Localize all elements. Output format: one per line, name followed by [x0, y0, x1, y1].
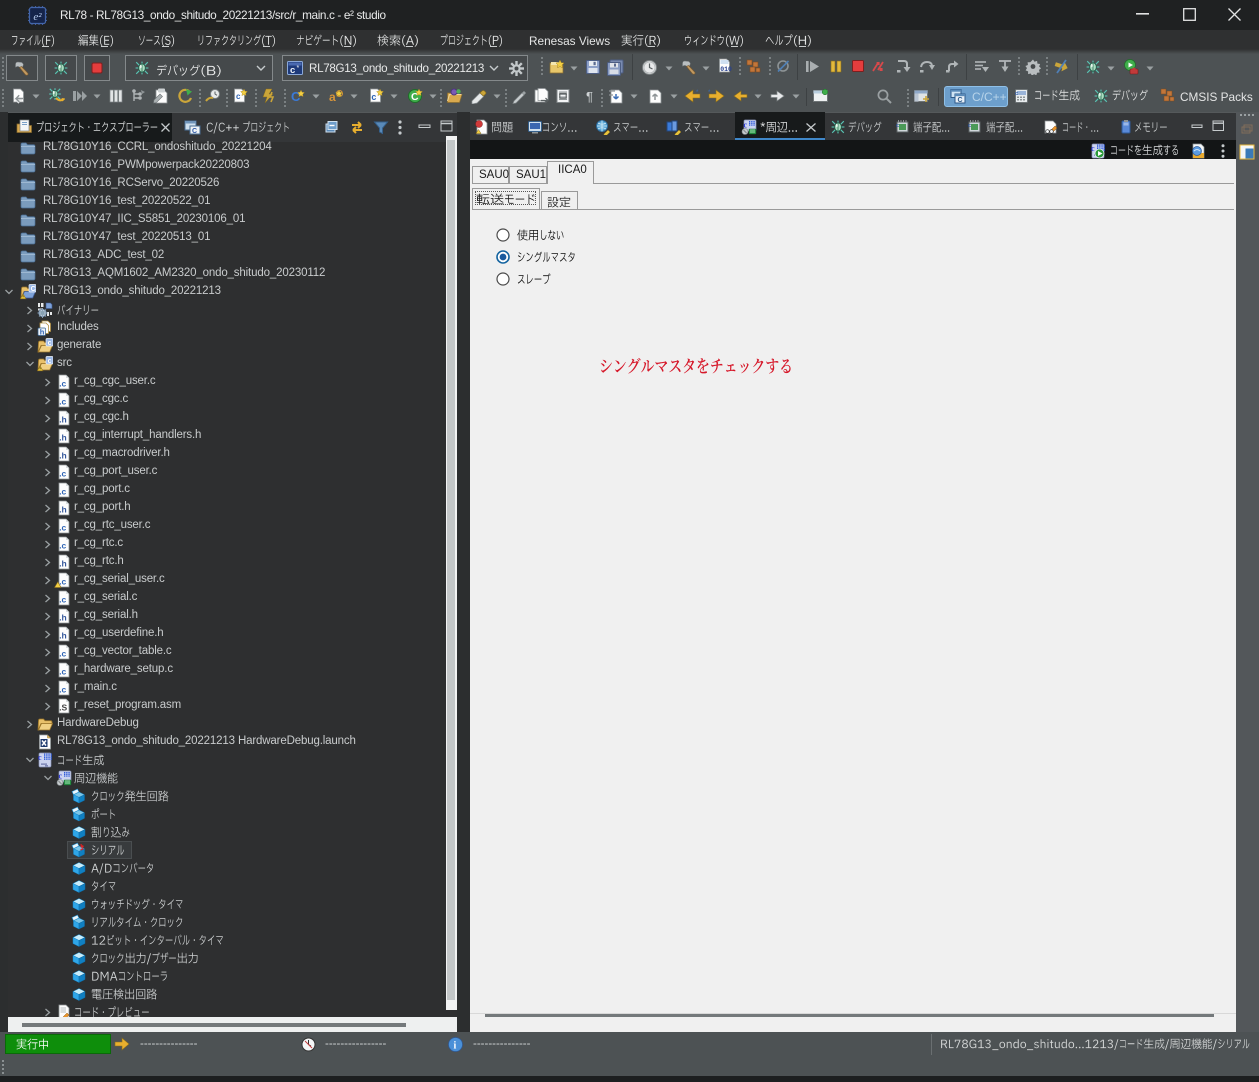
- svg-text:c: c: [371, 92, 376, 102]
- svg-text:.S: .S: [59, 703, 67, 713]
- svg-text:C: C: [958, 97, 963, 104]
- svg-text:.c: .c: [59, 469, 66, 479]
- svg-text:e²: e²: [33, 11, 42, 23]
- svg-text:.h: .h: [59, 415, 67, 425]
- svg-text:.h: .h: [59, 613, 67, 623]
- svg-text:c: c: [38, 753, 42, 762]
- svg-text:.c: .c: [59, 667, 66, 677]
- svg-text:.c: .c: [59, 595, 66, 605]
- svg-text:c: c: [744, 121, 748, 130]
- svg-text:i: i: [454, 1041, 457, 1052]
- svg-text:c: c: [968, 123, 971, 129]
- svg-text:.h: .h: [59, 631, 67, 641]
- svg-text:c: c: [1091, 144, 1095, 153]
- svg-text:.c: .c: [59, 379, 66, 389]
- svg-text:.c: .c: [59, 685, 66, 695]
- svg-text:C: C: [31, 286, 36, 293]
- svg-text:¶: ¶: [586, 89, 593, 104]
- svg-text:C: C: [192, 128, 197, 135]
- svg-text:c: c: [236, 92, 241, 101]
- svg-text:a: a: [329, 90, 336, 104]
- svg-text:!: !: [80, 843, 83, 853]
- svg-text:.h: .h: [59, 451, 67, 461]
- svg-text:.c: .c: [59, 523, 66, 533]
- svg-text:c: c: [59, 772, 63, 781]
- svg-text:.c: .c: [59, 397, 66, 407]
- svg-text:c: c: [48, 358, 52, 365]
- svg-text:c: c: [48, 340, 52, 347]
- svg-text:.h: .h: [59, 559, 67, 569]
- svg-text:.h: .h: [59, 505, 67, 515]
- svg-text:c: c: [290, 65, 295, 76]
- svg-text:.c: .c: [59, 487, 66, 497]
- svg-text:h: h: [40, 328, 45, 337]
- svg-text:*: *: [297, 65, 300, 72]
- svg-text:c: c: [1015, 91, 1018, 97]
- svg-text:.c: .c: [59, 649, 66, 659]
- svg-text:.c: .c: [59, 541, 66, 551]
- svg-text:c: c: [896, 123, 899, 129]
- svg-text:010: 010: [720, 66, 732, 73]
- svg-text:.h: .h: [59, 433, 67, 443]
